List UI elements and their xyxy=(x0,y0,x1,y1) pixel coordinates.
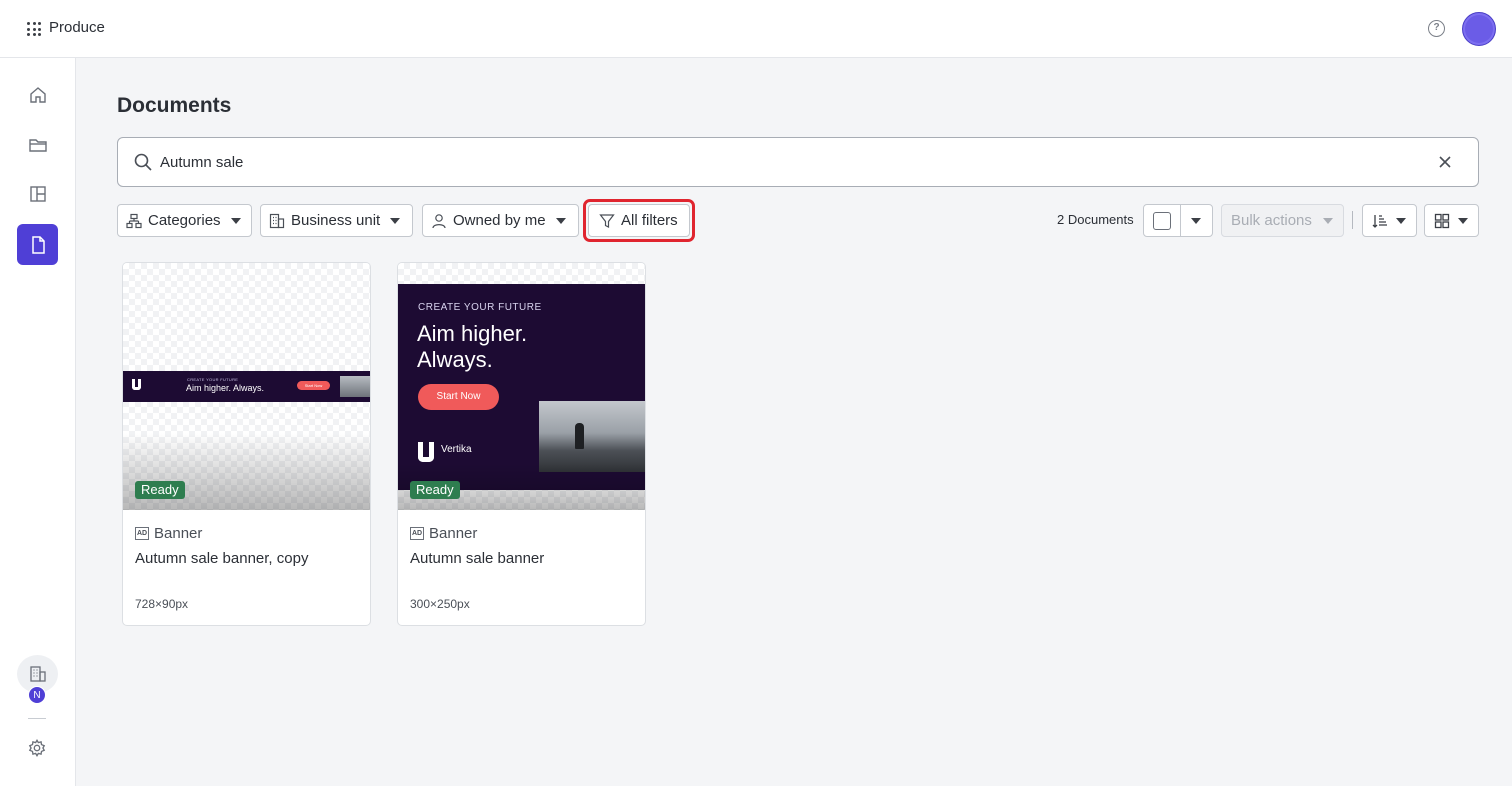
page-title: Documents xyxy=(117,94,232,117)
search-box[interactable] xyxy=(117,137,1479,187)
chevron-down-icon xyxy=(230,217,241,224)
ad-icon: AD xyxy=(135,527,149,540)
avatar[interactable] xyxy=(1462,12,1496,46)
grid-view-icon xyxy=(1434,213,1450,229)
bulk-actions-button[interactable]: Bulk actions xyxy=(1221,204,1344,237)
document-type: AD Banner xyxy=(135,525,202,542)
search-icon xyxy=(134,153,152,171)
organization-badge: N xyxy=(28,686,46,704)
banner-headline: Aim higher. Always. xyxy=(417,321,527,373)
sidebar: N xyxy=(0,58,76,786)
document-card[interactable]: CREATE YOUR FUTURE Aim higher. Always. S… xyxy=(397,262,646,626)
home-icon xyxy=(29,86,46,103)
document-count: 2 Documents xyxy=(1057,212,1134,227)
help-icon[interactable]: ? xyxy=(1428,20,1445,37)
banner-preview: CREATE YOUR FUTURE Aim higher. Always. S… xyxy=(123,371,370,402)
status-badge: Ready xyxy=(410,481,460,499)
banner-cta: Start Now xyxy=(297,381,330,390)
app-name: Produce xyxy=(49,19,105,36)
chevron-down-icon xyxy=(390,217,401,224)
chevron-down-icon xyxy=(1396,218,1406,224)
sidebar-item-home[interactable] xyxy=(17,74,58,115)
sort-button[interactable] xyxy=(1362,204,1417,237)
chevron-down-icon xyxy=(555,217,566,224)
brand-logo-icon xyxy=(418,442,434,462)
document-thumbnail: CREATE YOUR FUTURE Aim higher. Always. S… xyxy=(398,263,645,510)
document-size: 728×90px xyxy=(135,597,189,611)
sidebar-item-documents[interactable] xyxy=(17,224,58,265)
filter-label: Business unit xyxy=(291,212,381,229)
layout-icon xyxy=(29,185,46,202)
main-content: Documents Categories Business unit xyxy=(76,58,1512,786)
top-bar: Produce ? xyxy=(0,0,1512,58)
filter-label: Categories xyxy=(148,212,221,229)
status-badge: Ready xyxy=(135,481,185,499)
sidebar-divider xyxy=(28,718,46,719)
document-title[interactable]: Autumn sale banner xyxy=(410,550,544,567)
filter-label: Owned by me xyxy=(453,212,546,229)
banner-preview: CREATE YOUR FUTURE Aim higher. Always. S… xyxy=(398,284,645,490)
document-icon xyxy=(31,235,45,254)
filter-business-unit[interactable]: Business unit xyxy=(260,204,413,237)
banner-photo xyxy=(539,401,645,472)
document-size: 300×250px xyxy=(410,597,470,611)
search-input[interactable] xyxy=(160,150,1430,174)
ad-icon: AD xyxy=(410,527,424,540)
sidebar-item-templates[interactable] xyxy=(17,173,58,214)
banner-photo xyxy=(340,376,370,397)
toolbar-divider xyxy=(1352,211,1353,229)
filter-owned-by-me[interactable]: Owned by me xyxy=(422,204,579,237)
select-all-checkbox[interactable] xyxy=(1153,212,1171,230)
document-card[interactable]: CREATE YOUR FUTURE Aim higher. Always. S… xyxy=(122,262,371,626)
person-icon xyxy=(432,213,446,228)
building-icon xyxy=(269,213,285,228)
person-silhouette xyxy=(575,423,584,449)
view-mode-button[interactable] xyxy=(1424,204,1479,237)
sort-icon xyxy=(1372,215,1387,228)
chevron-down-icon xyxy=(1323,218,1333,224)
banner-cta: Start Now xyxy=(418,384,499,410)
divider xyxy=(1180,205,1181,236)
filter-categories[interactable]: Categories xyxy=(117,204,252,237)
brand-logo-icon xyxy=(132,379,141,390)
banner-kicker: CREATE YOUR FUTURE xyxy=(187,377,239,382)
close-icon[interactable] xyxy=(1438,155,1452,169)
banner-kicker: CREATE YOUR FUTURE xyxy=(418,302,542,313)
chevron-down-icon[interactable] xyxy=(1191,218,1201,224)
select-all-control[interactable] xyxy=(1143,204,1213,237)
app-grid-icon[interactable] xyxy=(27,22,41,36)
document-type: AD Banner xyxy=(410,525,477,542)
banner-headline-line: Always. xyxy=(417,347,493,372)
document-title[interactable]: Autumn sale banner, copy xyxy=(135,550,308,567)
banner-brand: Vertika xyxy=(441,444,472,455)
building-icon xyxy=(29,666,46,682)
categories-icon xyxy=(126,213,142,228)
bulk-actions-label: Bulk actions xyxy=(1231,212,1312,229)
gear-icon[interactable] xyxy=(28,739,46,757)
document-type-label: Banner xyxy=(154,525,203,542)
banner-headline-line: Aim higher. xyxy=(417,321,528,346)
highlight-frame xyxy=(583,199,695,242)
document-thumbnail: CREATE YOUR FUTURE Aim higher. Always. S… xyxy=(123,263,370,510)
document-type-label: Banner xyxy=(429,525,478,542)
banner-headline: Aim higher. Always. xyxy=(186,383,265,393)
chevron-down-icon xyxy=(1458,218,1468,224)
sidebar-item-folders[interactable] xyxy=(17,124,58,165)
folder-icon xyxy=(28,138,47,152)
